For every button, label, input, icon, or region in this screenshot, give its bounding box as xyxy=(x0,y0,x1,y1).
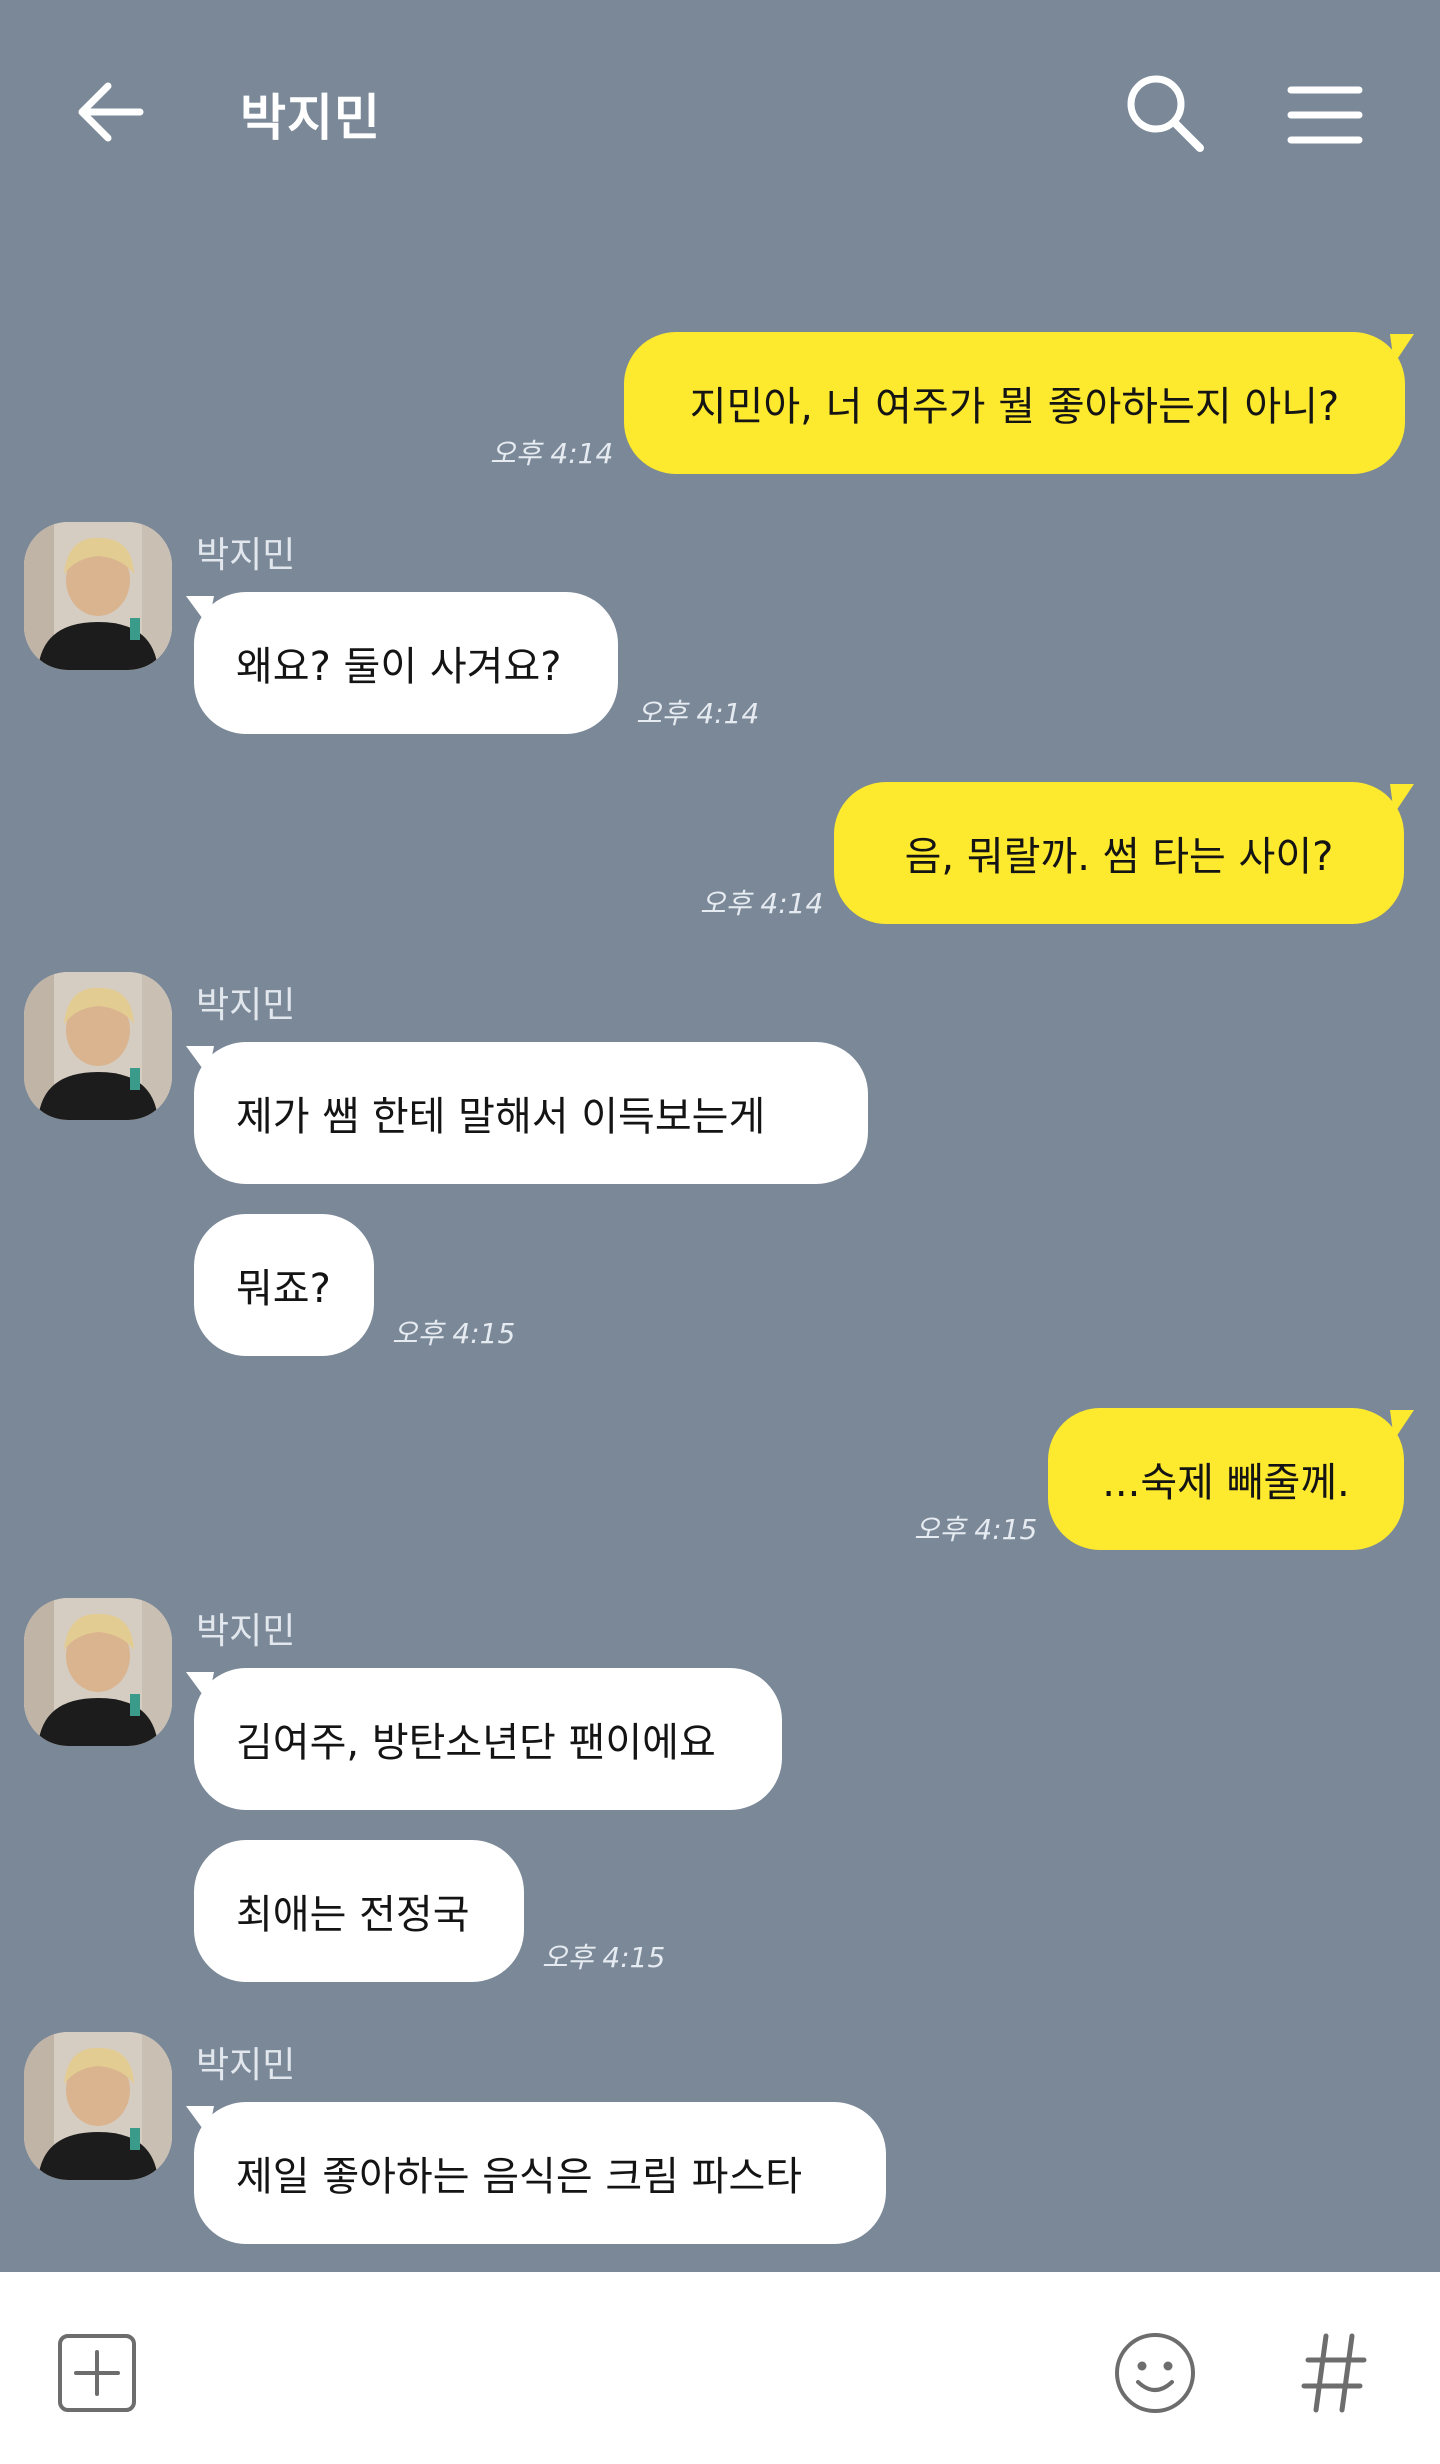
message-text: 제일 좋아하는 음식은 크림 파스타 xyxy=(236,2154,803,2200)
bubble-tail xyxy=(1390,784,1414,814)
hashtag-button[interactable] xyxy=(1300,2328,1370,2418)
back-button[interactable] xyxy=(70,72,160,152)
avatar[interactable] xyxy=(24,2032,172,2180)
sender-name: 박지민 xyxy=(196,2045,296,2086)
message-time: 오후 4:15 xyxy=(914,1513,1038,1546)
search-button[interactable] xyxy=(1120,68,1210,158)
message-bubble-sent[interactable]: 음, 뭐랄까. 썸 타는 사이? xyxy=(834,782,1404,924)
bubble-tail xyxy=(1390,1410,1414,1440)
smiley-icon xyxy=(1115,2333,1195,2413)
input-bar xyxy=(0,2272,1440,2464)
message-time: 오후 4:14 xyxy=(636,697,760,730)
sender-name: 박지민 xyxy=(196,985,296,1026)
plus-square-icon xyxy=(58,2334,136,2412)
message-text: 김여주, 방탄소년단 팬이에요 xyxy=(236,1720,716,1766)
message-time: 오후 4:14 xyxy=(490,437,614,470)
message-text: ...숙제 빼줄께. xyxy=(1102,1460,1350,1506)
message-bubble-received[interactable]: 뭐죠? xyxy=(194,1214,374,1356)
message-text: 음, 뭐랄까. 썸 타는 사이? xyxy=(904,834,1334,880)
arrow-left-icon xyxy=(78,82,144,142)
message-bubble-sent[interactable]: 지민아, 너 여주가 뭘 좋아하는지 아니? xyxy=(624,332,1405,474)
chat-title: 박지민 xyxy=(240,89,381,147)
message-bubble-sent[interactable]: ...숙제 빼줄께. xyxy=(1048,1408,1404,1550)
message-bubble-received[interactable]: 김여주, 방탄소년단 팬이에요 xyxy=(194,1668,782,1810)
sender-name: 박지민 xyxy=(196,1611,296,1652)
message-bubble-received[interactable]: 제가 쌤 한테 말해서 이득보는게 xyxy=(194,1042,868,1184)
attach-button[interactable] xyxy=(56,2332,138,2414)
message-time: 오후 4:15 xyxy=(542,1941,666,1974)
profile-photo xyxy=(24,972,172,1120)
message-bubble-received[interactable]: 최애는 전정국 xyxy=(194,1840,524,1982)
avatar[interactable] xyxy=(24,1598,172,1746)
message-text: 뭐죠? xyxy=(236,1266,331,1312)
message-bubble-received[interactable]: 왜요? 둘이 사겨요? xyxy=(194,592,618,734)
hash-icon xyxy=(1301,2333,1367,2413)
message-text: 왜요? 둘이 사겨요? xyxy=(236,644,562,690)
message-text: 지민아, 너 여주가 뭘 좋아하는지 아니? xyxy=(689,384,1340,430)
message-time: 오후 4:14 xyxy=(700,887,824,920)
emoji-button[interactable] xyxy=(1112,2330,1198,2416)
profile-photo xyxy=(24,2032,172,2180)
chat-header: 박지민 xyxy=(0,0,1440,220)
search-icon xyxy=(1127,75,1204,152)
avatar[interactable] xyxy=(24,522,172,670)
message-text: 최애는 전정국 xyxy=(236,1892,470,1938)
profile-photo xyxy=(24,1598,172,1746)
sender-name: 박지민 xyxy=(196,535,296,576)
bubble-tail xyxy=(1390,334,1414,364)
profile-photo xyxy=(24,522,172,670)
hamburger-menu-icon xyxy=(1287,86,1363,144)
message-bubble-received[interactable]: 제일 좋아하는 음식은 크림 파스타 xyxy=(194,2102,886,2244)
message-time: 오후 4:15 xyxy=(392,1317,516,1350)
avatar[interactable] xyxy=(24,972,172,1120)
message-text: 제가 쌤 한테 말해서 이득보는게 xyxy=(236,1094,766,1140)
menu-button[interactable] xyxy=(1285,80,1365,150)
